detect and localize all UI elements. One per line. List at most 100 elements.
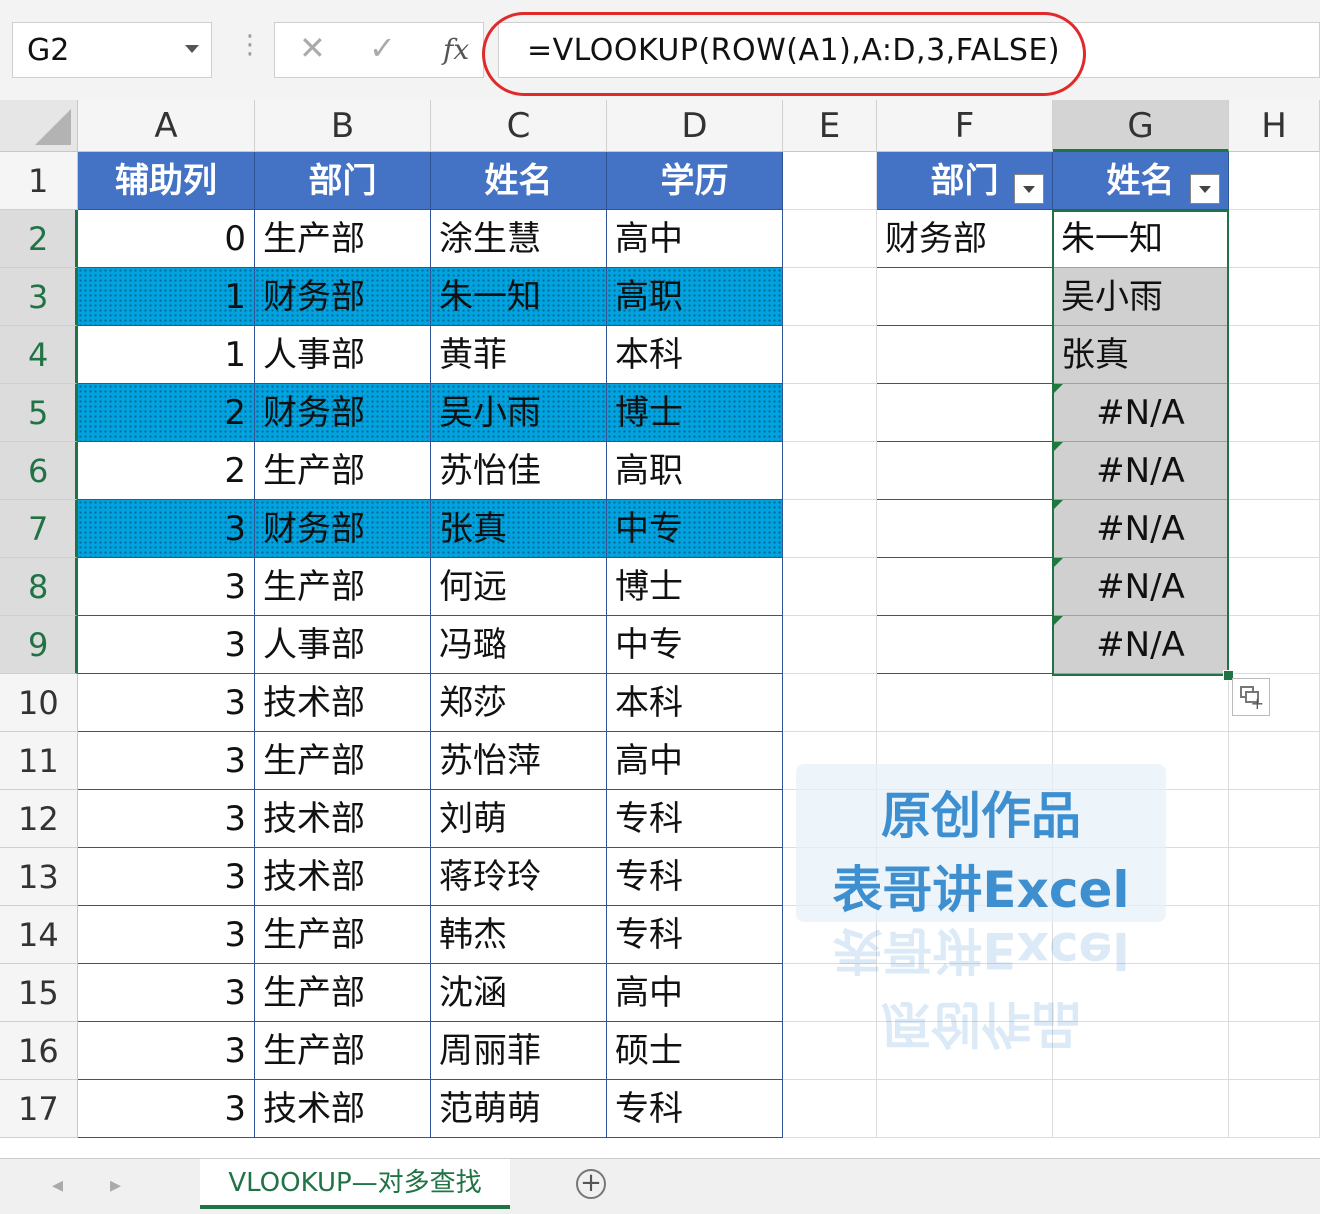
grid-cell[interactable] [1229,1022,1320,1080]
table-cell[interactable]: 技术部 [255,674,431,732]
column-header-h[interactable]: H [1229,100,1320,152]
table-cell[interactable]: 苏怡佳 [431,442,607,500]
table-cell[interactable]: 朱一知 [431,268,607,326]
table-cell[interactable]: 技术部 [255,1080,431,1138]
table-cell[interactable]: 人事部 [255,616,431,674]
lookup-dept-cell[interactable] [877,268,1053,326]
grid-cell[interactable] [783,1080,877,1138]
column-header-f[interactable]: F [877,100,1053,152]
table-cell[interactable]: 0 [78,210,255,268]
row-header-14[interactable]: 14 [0,906,78,964]
table-cell[interactable]: 生产部 [255,1022,431,1080]
table-cell[interactable]: 硕士 [607,1022,783,1080]
row-header-15[interactable]: 15 [0,964,78,1022]
lookup-dept-cell[interactable] [877,384,1053,442]
chevron-down-icon[interactable] [185,45,199,53]
lookup-dept-cell[interactable] [877,326,1053,384]
column-header-e[interactable]: E [783,100,877,152]
lookup-dept-cell[interactable] [877,616,1053,674]
lookup-header-cell[interactable]: 姓名 [1053,152,1229,210]
row-header-8[interactable]: 8 [0,558,78,616]
table-cell[interactable]: 生产部 [255,906,431,964]
table-cell[interactable]: 3 [78,848,255,906]
lookup-result-cell[interactable]: 朱一知 [1053,210,1229,268]
lookup-dept-cell[interactable] [877,558,1053,616]
table-header-cell[interactable]: 学历 [607,152,783,210]
table-cell[interactable]: 郑莎 [431,674,607,732]
cancel-icon[interactable]: ✕ [299,29,326,67]
quick-analysis-icon[interactable]: + [1232,678,1270,716]
grid-cell[interactable] [1053,674,1229,732]
error-indicator-icon[interactable] [1053,442,1063,452]
table-cell[interactable]: 技术部 [255,790,431,848]
grid-cell[interactable] [1229,558,1320,616]
grid-cell[interactable] [1229,268,1320,326]
grid-cell[interactable] [783,558,877,616]
row-header-6[interactable]: 6 [0,442,78,500]
table-header-cell[interactable]: 部门 [255,152,431,210]
table-cell[interactable]: 沈涵 [431,964,607,1022]
grid-cell[interactable] [1229,964,1320,1022]
table-cell[interactable]: 范萌萌 [431,1080,607,1138]
row-header-13[interactable]: 13 [0,848,78,906]
table-cell[interactable]: 3 [78,906,255,964]
table-cell[interactable]: 高职 [607,268,783,326]
lookup-result-cell[interactable]: #N/A [1053,384,1229,442]
lookup-result-cell[interactable]: #N/A [1053,558,1229,616]
filter-dropdown-icon[interactable] [1014,174,1044,204]
table-cell[interactable]: 3 [78,732,255,790]
table-cell[interactable]: 高中 [607,210,783,268]
table-cell[interactable]: 专科 [607,906,783,964]
lookup-result-cell[interactable]: 张真 [1053,326,1229,384]
grid-cell[interactable] [1229,500,1320,558]
table-cell[interactable]: 高中 [607,732,783,790]
table-cell[interactable]: 1 [78,268,255,326]
drag-handle-icon[interactable]: ⋮ [237,30,263,60]
table-cell[interactable]: 生产部 [255,442,431,500]
table-cell[interactable]: 苏怡萍 [431,732,607,790]
grid-cell[interactable] [783,210,877,268]
lookup-result-cell[interactable]: #N/A [1053,442,1229,500]
row-header-7[interactable]: 7 [0,500,78,558]
table-cell[interactable]: 何远 [431,558,607,616]
table-cell[interactable]: 生产部 [255,964,431,1022]
table-cell[interactable]: 博士 [607,384,783,442]
table-cell[interactable]: 生产部 [255,210,431,268]
next-sheet-icon[interactable]: ▸ [110,1173,121,1198]
grid-cell[interactable] [1229,848,1320,906]
table-cell[interactable]: 2 [78,442,255,500]
table-cell[interactable]: 生产部 [255,732,431,790]
grid-cell[interactable] [1229,790,1320,848]
table-cell[interactable]: 技术部 [255,848,431,906]
prev-sheet-icon[interactable]: ◂ [52,1173,63,1198]
table-cell[interactable]: 韩杰 [431,906,607,964]
lookup-dept-cell[interactable] [877,442,1053,500]
table-cell[interactable]: 本科 [607,674,783,732]
table-cell[interactable]: 周丽菲 [431,1022,607,1080]
formula-input[interactable]: =VLOOKUP(ROW(A1),A:D,3,FALSE) [498,22,1320,78]
table-cell[interactable]: 财务部 [255,268,431,326]
grid-cell[interactable] [783,616,877,674]
grid-cell[interactable] [783,326,877,384]
table-cell[interactable]: 中专 [607,500,783,558]
table-cell[interactable]: 3 [78,616,255,674]
column-header-b[interactable]: B [255,100,431,152]
error-indicator-icon[interactable] [1053,384,1063,394]
table-cell[interactable]: 高中 [607,964,783,1022]
error-indicator-icon[interactable] [1053,500,1063,510]
table-cell[interactable]: 专科 [607,790,783,848]
table-cell[interactable]: 3 [78,500,255,558]
error-indicator-icon[interactable] [1053,558,1063,568]
table-cell[interactable]: 刘萌 [431,790,607,848]
table-cell[interactable]: 吴小雨 [431,384,607,442]
add-sheet-icon[interactable]: + [576,1169,606,1199]
table-cell[interactable]: 专科 [607,1080,783,1138]
grid-cell[interactable] [783,152,877,210]
grid-cell[interactable] [877,1080,1053,1138]
table-cell[interactable]: 3 [78,790,255,848]
name-box[interactable]: G2 [12,22,212,78]
sheet-tab[interactable]: VLOOKUP—对多查找 [200,1159,510,1209]
row-header-2[interactable]: 2 [0,210,78,268]
grid-cell[interactable] [783,442,877,500]
fx-icon[interactable]: fx [443,33,469,66]
